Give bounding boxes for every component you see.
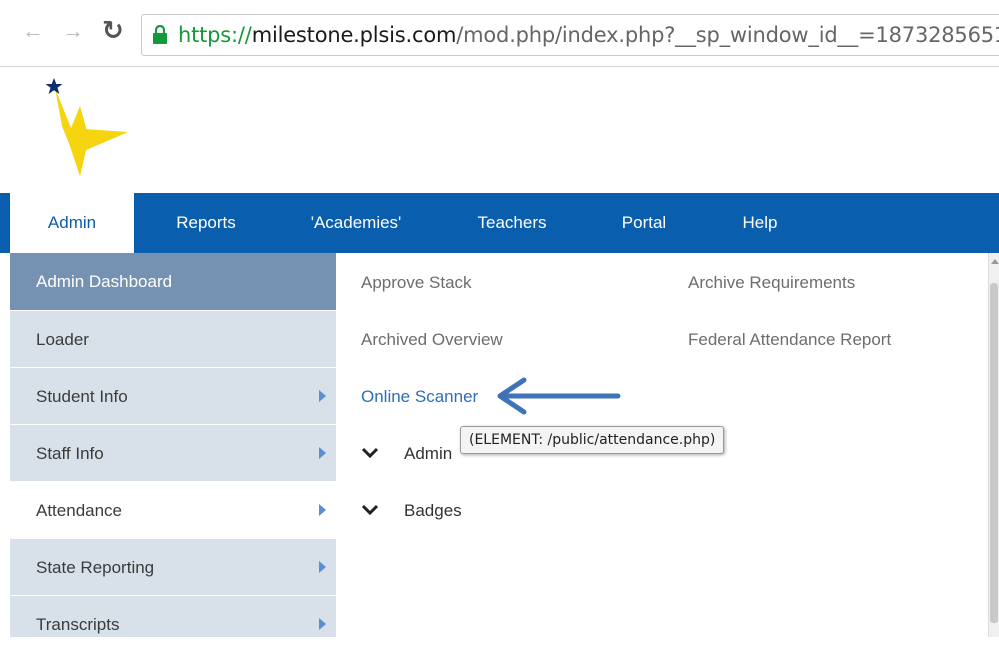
sidebar: Admin Dashboard Loader Student Info Staf…	[10, 253, 336, 637]
sidebar-item-staff-info[interactable]: Staff Info	[10, 424, 336, 481]
group-admin[interactable]: Admin	[361, 444, 461, 466]
link-approve-stack[interactable]: Approve Stack	[361, 273, 472, 293]
reload-icon[interactable]: ↻	[102, 17, 124, 43]
url-host: milestone.plsis.com	[251, 23, 457, 47]
chevron-right-icon	[319, 504, 326, 516]
annotation-arrow-icon	[497, 377, 621, 415]
sidebar-item-student-info[interactable]: Student Info	[10, 367, 336, 424]
back-arrow-icon[interactable]: ←	[22, 20, 44, 42]
chevron-down-icon	[361, 504, 379, 516]
group-label: Badges	[404, 501, 462, 520]
scroll-thumb[interactable]	[990, 283, 998, 623]
tab-admin[interactable]: Admin	[10, 193, 134, 253]
url-text: https://milestone.plsis.com/mod.php/inde…	[178, 23, 999, 47]
sidebar-item-label: State Reporting	[36, 558, 155, 577]
sidebar-item-state-reporting[interactable]: State Reporting	[10, 538, 336, 595]
sidebar-item-label: Loader	[36, 330, 89, 349]
lock-icon	[153, 25, 167, 44]
chevron-right-icon	[319, 447, 326, 459]
group-badges[interactable]: Badges	[361, 501, 471, 523]
sidebar-item-label: Transcripts	[36, 615, 120, 634]
tab-reports[interactable]: Reports	[154, 193, 258, 253]
sidebar-item-transcripts[interactable]: Transcripts	[10, 595, 336, 652]
address-bar[interactable]: https://milestone.plsis.com/mod.php/inde…	[141, 14, 999, 56]
sidebar-item-label: Attendance	[36, 501, 123, 520]
tab-academies[interactable]: 'Academies'	[296, 193, 416, 253]
tab-help[interactable]: Help	[730, 193, 790, 253]
element-tooltip: (ELEMENT: /public/attendance.php)	[460, 426, 725, 454]
sidebar-item-attendance[interactable]: Attendance	[10, 481, 336, 538]
tab-teachers[interactable]: Teachers	[460, 193, 564, 253]
chevron-down-icon	[361, 447, 379, 459]
chevron-right-icon	[319, 561, 326, 573]
sidebar-item-label: Student Info	[36, 387, 128, 406]
chevron-right-icon	[319, 390, 326, 402]
group-label: Admin	[404, 444, 453, 463]
link-online-scanner[interactable]: Online Scanner	[361, 387, 478, 407]
link-archive-requirements[interactable]: Archive Requirements	[688, 273, 855, 293]
sidebar-item-label: Admin Dashboard	[36, 272, 173, 291]
sidebar-item-label: Staff Info	[36, 444, 104, 463]
sidebar-item-loader[interactable]: Loader	[10, 310, 336, 367]
star-logo-icon	[45, 78, 128, 176]
link-federal-attendance-report[interactable]: Federal Attendance Report	[688, 330, 891, 350]
url-scheme: https://	[178, 23, 252, 47]
browser-toolbar: ← → ↻ https://milestone.plsis.com/mod.ph…	[0, 0, 999, 67]
tab-portal[interactable]: Portal	[606, 193, 682, 253]
scroll-up-icon[interactable]	[991, 259, 999, 264]
sidebar-item-admin-dashboard[interactable]: Admin Dashboard	[10, 253, 336, 310]
top-navigation: Admin Reports 'Academies' Teachers Porta…	[0, 193, 999, 253]
chevron-right-icon	[319, 618, 326, 630]
url-path: /mod.php/index.php?__sp_window_id__=1873…	[456, 23, 999, 47]
link-archived-overview[interactable]: Archived Overview	[361, 330, 503, 350]
vertical-scrollbar[interactable]	[988, 253, 999, 637]
forward-arrow-icon[interactable]: →	[62, 20, 84, 42]
